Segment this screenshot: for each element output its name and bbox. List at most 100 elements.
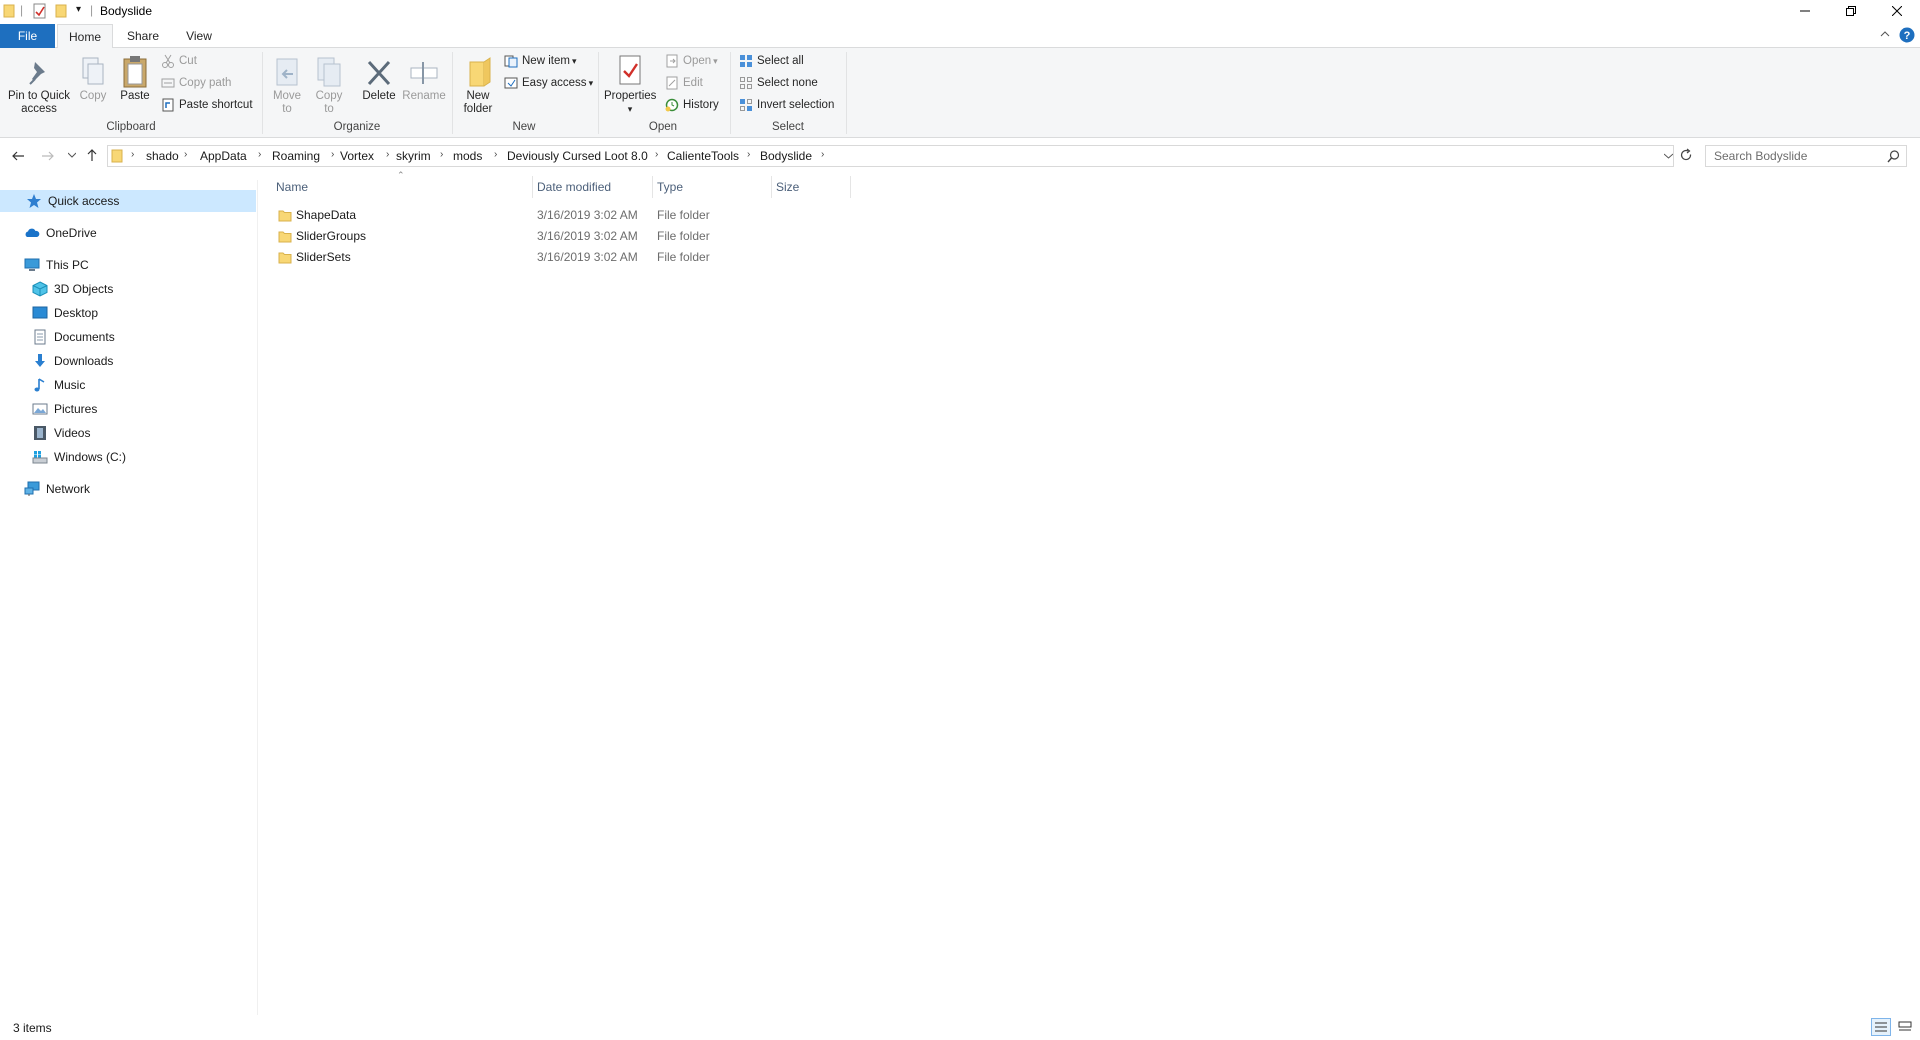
invert-selection-button[interactable]: Invert selection: [738, 96, 834, 114]
details-view-icon[interactable]: [1871, 1018, 1891, 1036]
cut-label: Cut: [179, 55, 197, 67]
column-header-size[interactable]: Size: [776, 176, 799, 198]
restore-button[interactable]: [1828, 0, 1874, 22]
breadcrumb-separator-icon[interactable]: ›: [440, 149, 443, 160]
table-row[interactable]: SliderSets 3/16/2019 3:02 AM File folder: [270, 247, 850, 268]
tab-home[interactable]: Home: [57, 24, 113, 49]
properties-button[interactable]: Properties ▾: [604, 52, 656, 116]
table-row[interactable]: ShapeData 3/16/2019 3:02 AM File folder: [270, 205, 850, 226]
breadcrumb-separator-icon[interactable]: ›: [494, 149, 497, 160]
breadcrumb-separator-icon[interactable]: ›: [655, 149, 658, 160]
refresh-icon[interactable]: [1679, 148, 1693, 162]
breadcrumb-item[interactable]: Bodyslide: [760, 149, 812, 163]
copy-to-button[interactable]: Copy to: [310, 52, 348, 116]
forward-arrow-icon[interactable]: [41, 149, 55, 163]
tab-share[interactable]: Share: [115, 24, 171, 48]
cut-button[interactable]: Cut: [160, 52, 197, 70]
sort-ascending-icon: ⌃: [397, 170, 405, 180]
nav-item-downloads[interactable]: Downloads: [0, 350, 256, 372]
breadcrumb-item[interactable]: skyrim: [396, 149, 431, 163]
nav-item-this-pc[interactable]: This PC: [0, 254, 256, 276]
nav-item-3d-objects[interactable]: 3D Objects: [0, 278, 256, 300]
customize-qat-icon[interactable]: ▾: [76, 4, 81, 15]
cloud-icon: [24, 225, 40, 241]
breadcrumb-separator-icon[interactable]: ›: [386, 149, 389, 160]
column-divider[interactable]: [771, 176, 772, 198]
new-folder-qat-icon[interactable]: [55, 4, 69, 18]
column-divider[interactable]: [850, 176, 851, 198]
search-icon[interactable]: [1887, 150, 1900, 163]
music-note-icon: [32, 377, 48, 393]
breadcrumb-separator-icon[interactable]: ›: [131, 149, 134, 160]
edit-icon: [664, 75, 680, 91]
open-button[interactable]: Open ▾: [664, 52, 718, 70]
recent-locations-chevron-icon[interactable]: [68, 151, 76, 159]
breadcrumb-item[interactable]: Vortex: [340, 149, 374, 163]
nav-item-network[interactable]: Network: [0, 478, 256, 500]
large-icons-view-icon[interactable]: [1895, 1018, 1915, 1036]
paste-shortcut-icon: [160, 97, 176, 113]
breadcrumb-item[interactable]: Deviously Cursed Loot 8.0: [507, 149, 648, 163]
select-none-button[interactable]: Select none: [738, 74, 818, 92]
rename-button[interactable]: Rename: [402, 52, 446, 103]
breadcrumb-separator-icon[interactable]: ›: [747, 149, 750, 160]
column-divider[interactable]: [652, 176, 653, 198]
select-all-button[interactable]: Select all: [738, 52, 804, 70]
tab-view[interactable]: View: [171, 24, 227, 48]
easy-access-button[interactable]: Easy access ▾: [503, 74, 593, 92]
minimize-button[interactable]: [1782, 0, 1828, 22]
open-label: Open: [683, 55, 712, 67]
breadcrumb-separator-icon[interactable]: ›: [184, 149, 187, 160]
drive-icon: [32, 449, 48, 465]
edit-button[interactable]: Edit: [664, 74, 703, 92]
search-input[interactable]: Search Bodyslide: [1705, 145, 1907, 167]
new-folder-button[interactable]: New folder: [458, 52, 498, 116]
properties-label: Properties: [604, 90, 657, 102]
address-history-chevron-icon[interactable]: [1664, 152, 1673, 160]
address-bar[interactable]: › shado › AppData › Roaming › Vortex › s…: [107, 145, 1674, 167]
column-header-date[interactable]: Date modified: [537, 176, 611, 198]
close-button[interactable]: [1874, 0, 1920, 22]
breadcrumb-separator-icon[interactable]: ›: [258, 149, 261, 160]
column-header-type[interactable]: Type: [657, 176, 683, 198]
breadcrumb-item[interactable]: mods: [453, 149, 482, 163]
nav-item-quick-access[interactable]: Quick access: [0, 190, 256, 212]
nav-label: Desktop: [54, 306, 99, 320]
breadcrumb-item[interactable]: AppData: [200, 149, 247, 163]
delete-button[interactable]: Delete: [358, 52, 400, 103]
breadcrumb-item[interactable]: shado: [146, 149, 179, 163]
column-header-name[interactable]: Name: [276, 176, 308, 198]
back-arrow-icon[interactable]: [11, 149, 25, 163]
folder-icon: [278, 208, 292, 222]
computer-icon: [24, 257, 40, 273]
paste-shortcut-button[interactable]: Paste shortcut: [160, 96, 253, 114]
copy-path-button[interactable]: Copy path: [160, 74, 231, 92]
breadcrumb-item[interactable]: CalienteTools: [667, 149, 739, 163]
nav-item-desktop[interactable]: Desktop: [0, 302, 256, 324]
table-row[interactable]: SliderGroups 3/16/2019 3:02 AM File fold…: [270, 226, 850, 247]
properties-qat-icon[interactable]: [33, 3, 47, 19]
paste-icon: [119, 52, 151, 88]
breadcrumb-item[interactable]: Roaming: [272, 149, 320, 163]
history-button[interactable]: History: [664, 96, 719, 114]
column-divider[interactable]: [532, 176, 533, 198]
nav-item-windows-c[interactable]: Windows (C:): [0, 446, 256, 468]
collapse-ribbon-icon[interactable]: [1880, 29, 1890, 39]
new-item-button[interactable]: New item ▾: [503, 52, 576, 70]
easy-access-icon: [503, 75, 519, 91]
help-icon[interactable]: ?: [1899, 27, 1915, 43]
copy-button[interactable]: Copy: [76, 52, 110, 103]
move-to-button[interactable]: Move to: [268, 52, 306, 116]
paste-button[interactable]: Paste: [118, 52, 152, 103]
breadcrumb-separator-icon[interactable]: ›: [821, 149, 824, 160]
nav-item-documents[interactable]: Documents: [0, 326, 256, 348]
breadcrumb-separator-icon[interactable]: ›: [331, 149, 334, 160]
svg-text:?: ?: [1904, 30, 1911, 42]
tab-file[interactable]: File: [0, 24, 55, 48]
nav-item-videos[interactable]: Videos: [0, 422, 256, 444]
nav-item-onedrive[interactable]: OneDrive: [0, 222, 256, 244]
nav-item-pictures[interactable]: Pictures: [0, 398, 256, 420]
nav-item-music[interactable]: Music: [0, 374, 256, 396]
up-arrow-icon[interactable]: [85, 148, 99, 162]
pin-quick-access-button[interactable]: Pin to Quick access: [4, 52, 74, 116]
